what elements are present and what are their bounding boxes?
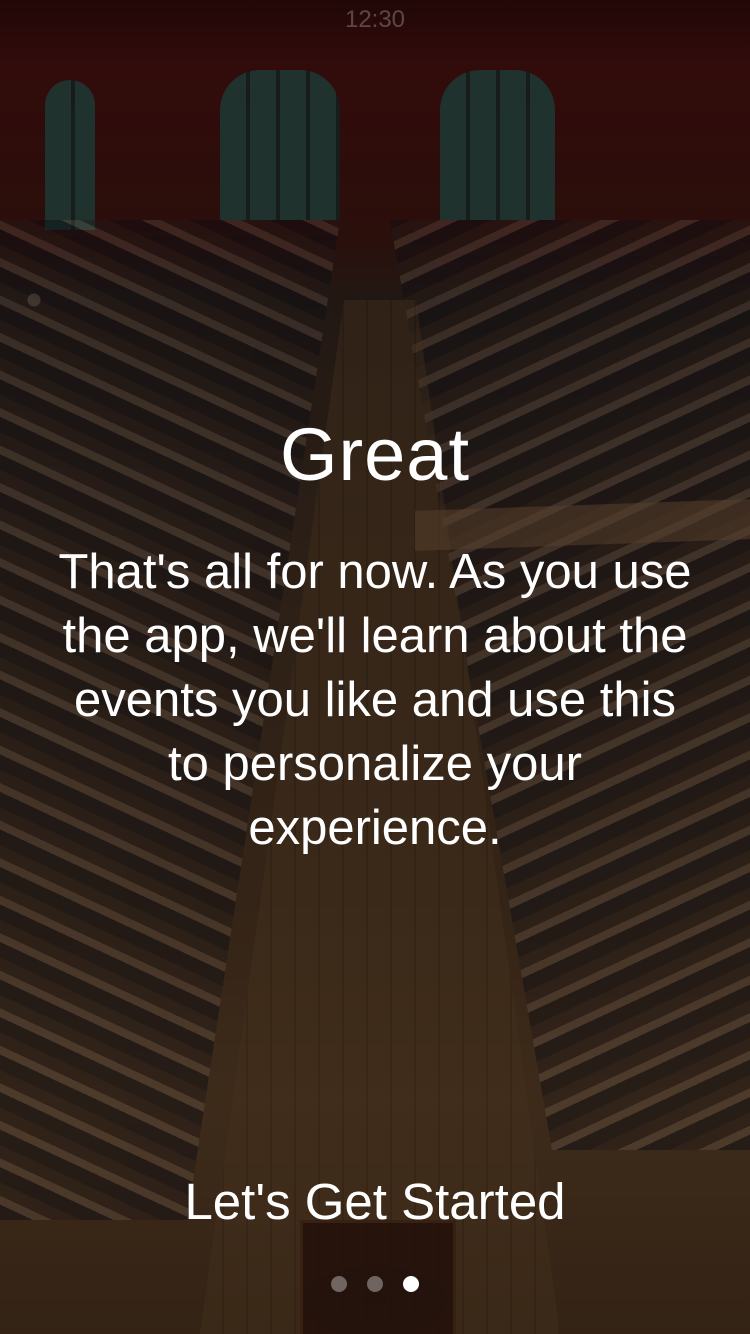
onboarding-content: Great That's all for now. As you use the… [0, 0, 750, 1334]
onboarding-message: That's all for now. As you use the app, … [58, 545, 692, 855]
page-title: Great [279, 413, 471, 496]
page-dot-3-active[interactable] [403, 1276, 419, 1292]
page-indicator[interactable] [0, 1276, 750, 1292]
get-started-button[interactable]: Let's Get Started [135, 1166, 615, 1238]
page-dot-1[interactable] [331, 1276, 347, 1292]
page-dot-2[interactable] [367, 1276, 383, 1292]
onboarding-screen: 12:30 Great That's all for now. As you u… [0, 0, 750, 1334]
